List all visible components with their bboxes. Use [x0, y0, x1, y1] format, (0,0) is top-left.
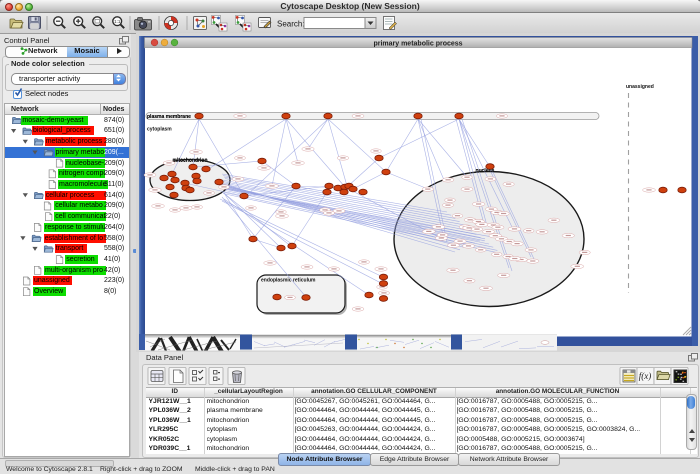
svg-text:f(x): f(x): [639, 371, 652, 381]
svg-text:nucleus: nucleus: [476, 168, 495, 174]
svg-text:primary metabolic process: primary metabolic process: [373, 41, 462, 48]
svg-text:endoplasmic reticulum: endoplasmic reticulum: [261, 278, 316, 284]
svg-text:cytoplasm: cytoplasm: [147, 127, 172, 133]
svg-text:plasma membrane: plasma membrane: [147, 114, 191, 120]
svg-text:unassigned: unassigned: [626, 84, 654, 90]
svg-text:Search:: Search:: [277, 20, 305, 29]
svg-text:1:1: 1:1: [114, 19, 121, 24]
svg-text:mitochondrion: mitochondrion: [173, 158, 208, 164]
